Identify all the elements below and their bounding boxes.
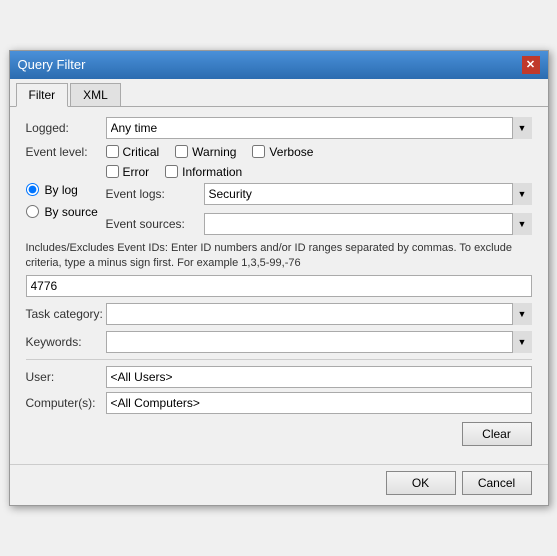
task-category-select-wrapper: ▼ xyxy=(106,303,532,325)
radio-column: By log By source xyxy=(26,183,106,235)
event-level-row: Event level: Critical Warning Verbose xyxy=(26,145,532,159)
computer-label: Computer(s): xyxy=(26,396,106,410)
user-input[interactable] xyxy=(106,366,532,388)
dialog-title: Query Filter xyxy=(18,57,86,72)
cancel-button[interactable]: Cancel xyxy=(462,471,532,495)
checkbox-verbose[interactable]: Verbose xyxy=(252,145,313,159)
logged-row: Logged: Any time Last hour Last 12 hours… xyxy=(26,117,532,139)
bottom-buttons: OK Cancel xyxy=(10,464,548,505)
user-label: User: xyxy=(26,370,106,384)
radio-by-log-text: By log xyxy=(45,183,78,197)
radio-by-log-label[interactable]: By log xyxy=(26,183,106,197)
checkbox-critical[interactable]: Critical xyxy=(106,145,160,159)
keywords-label: Keywords: xyxy=(26,335,106,349)
checkbox-error-input[interactable] xyxy=(106,165,119,178)
checkbox-error-label: Error xyxy=(123,165,150,179)
event-logs-select-wrapper: Security Application System ▼ xyxy=(204,183,532,205)
event-logs-label: Event logs: xyxy=(106,187,196,201)
radio-by-source-text: By source xyxy=(45,205,98,219)
radio-by-log-input[interactable] xyxy=(26,183,39,196)
computer-input[interactable] xyxy=(106,392,532,414)
checkbox-information-input[interactable] xyxy=(165,165,178,178)
task-category-select[interactable] xyxy=(106,303,532,325)
computer-row: Computer(s): xyxy=(26,392,532,414)
tab-xml[interactable]: XML xyxy=(70,83,121,106)
checkbox-information[interactable]: Information xyxy=(165,165,242,179)
tab-bar: Filter XML xyxy=(10,79,548,107)
event-sources-select[interactable] xyxy=(204,213,532,235)
filter-content: Logged: Any time Last hour Last 12 hours… xyxy=(10,107,548,461)
user-row: User: xyxy=(26,366,532,388)
checkbox-verbose-label: Verbose xyxy=(269,145,313,159)
query-filter-dialog: Query Filter ✕ Filter XML Logged: Any ti… xyxy=(9,50,549,507)
radio-by-source-label[interactable]: By source xyxy=(26,205,106,219)
checkbox-warning-label: Warning xyxy=(192,145,236,159)
keywords-select-wrapper: ▼ xyxy=(106,331,532,353)
checkbox-verbose-input[interactable] xyxy=(252,145,265,158)
event-logs-select[interactable]: Security Application System xyxy=(204,183,532,205)
checkbox-critical-input[interactable] xyxy=(106,145,119,158)
radio-by-source-input[interactable] xyxy=(26,205,39,218)
event-sources-select-wrapper: ▼ xyxy=(204,213,532,235)
checkbox-critical-label: Critical xyxy=(123,145,160,159)
task-category-row: Task category: ▼ xyxy=(26,303,532,325)
event-sources-row: Event sources: ▼ xyxy=(106,213,532,235)
checkboxes-row2: Error Information xyxy=(106,165,532,179)
checkboxes-row1: Critical Warning Verbose xyxy=(106,145,314,159)
clear-button[interactable]: Clear xyxy=(462,422,532,446)
close-button[interactable]: ✕ xyxy=(522,56,540,74)
tab-filter[interactable]: Filter xyxy=(16,83,69,107)
logged-select-wrapper: Any time Last hour Last 12 hours Last 24… xyxy=(106,117,532,139)
radio-section: By log By source Event logs: Security Ap… xyxy=(26,183,532,235)
event-logs-row: Event logs: Security Application System … xyxy=(106,183,532,205)
ok-button[interactable]: OK xyxy=(386,471,456,495)
event-level-label: Event level: xyxy=(26,145,106,159)
keywords-select[interactable] xyxy=(106,331,532,353)
hint-text: Includes/Excludes Event IDs: Enter ID nu… xyxy=(26,241,532,272)
logged-select[interactable]: Any time Last hour Last 12 hours Last 24… xyxy=(106,117,532,139)
checkbox-information-label: Information xyxy=(182,165,242,179)
clear-section: Clear xyxy=(26,422,532,446)
title-bar: Query Filter ✕ xyxy=(10,51,548,79)
checkbox-warning[interactable]: Warning xyxy=(175,145,236,159)
event-id-input[interactable] xyxy=(26,275,532,297)
divider1 xyxy=(26,359,532,360)
checkbox-error[interactable]: Error xyxy=(106,165,150,179)
radio-fields: Event logs: Security Application System … xyxy=(106,183,532,235)
keywords-row: Keywords: ▼ xyxy=(26,331,532,353)
task-category-label: Task category: xyxy=(26,307,106,321)
checkbox-warning-input[interactable] xyxy=(175,145,188,158)
logged-label: Logged: xyxy=(26,121,106,135)
event-sources-label: Event sources: xyxy=(106,217,196,231)
